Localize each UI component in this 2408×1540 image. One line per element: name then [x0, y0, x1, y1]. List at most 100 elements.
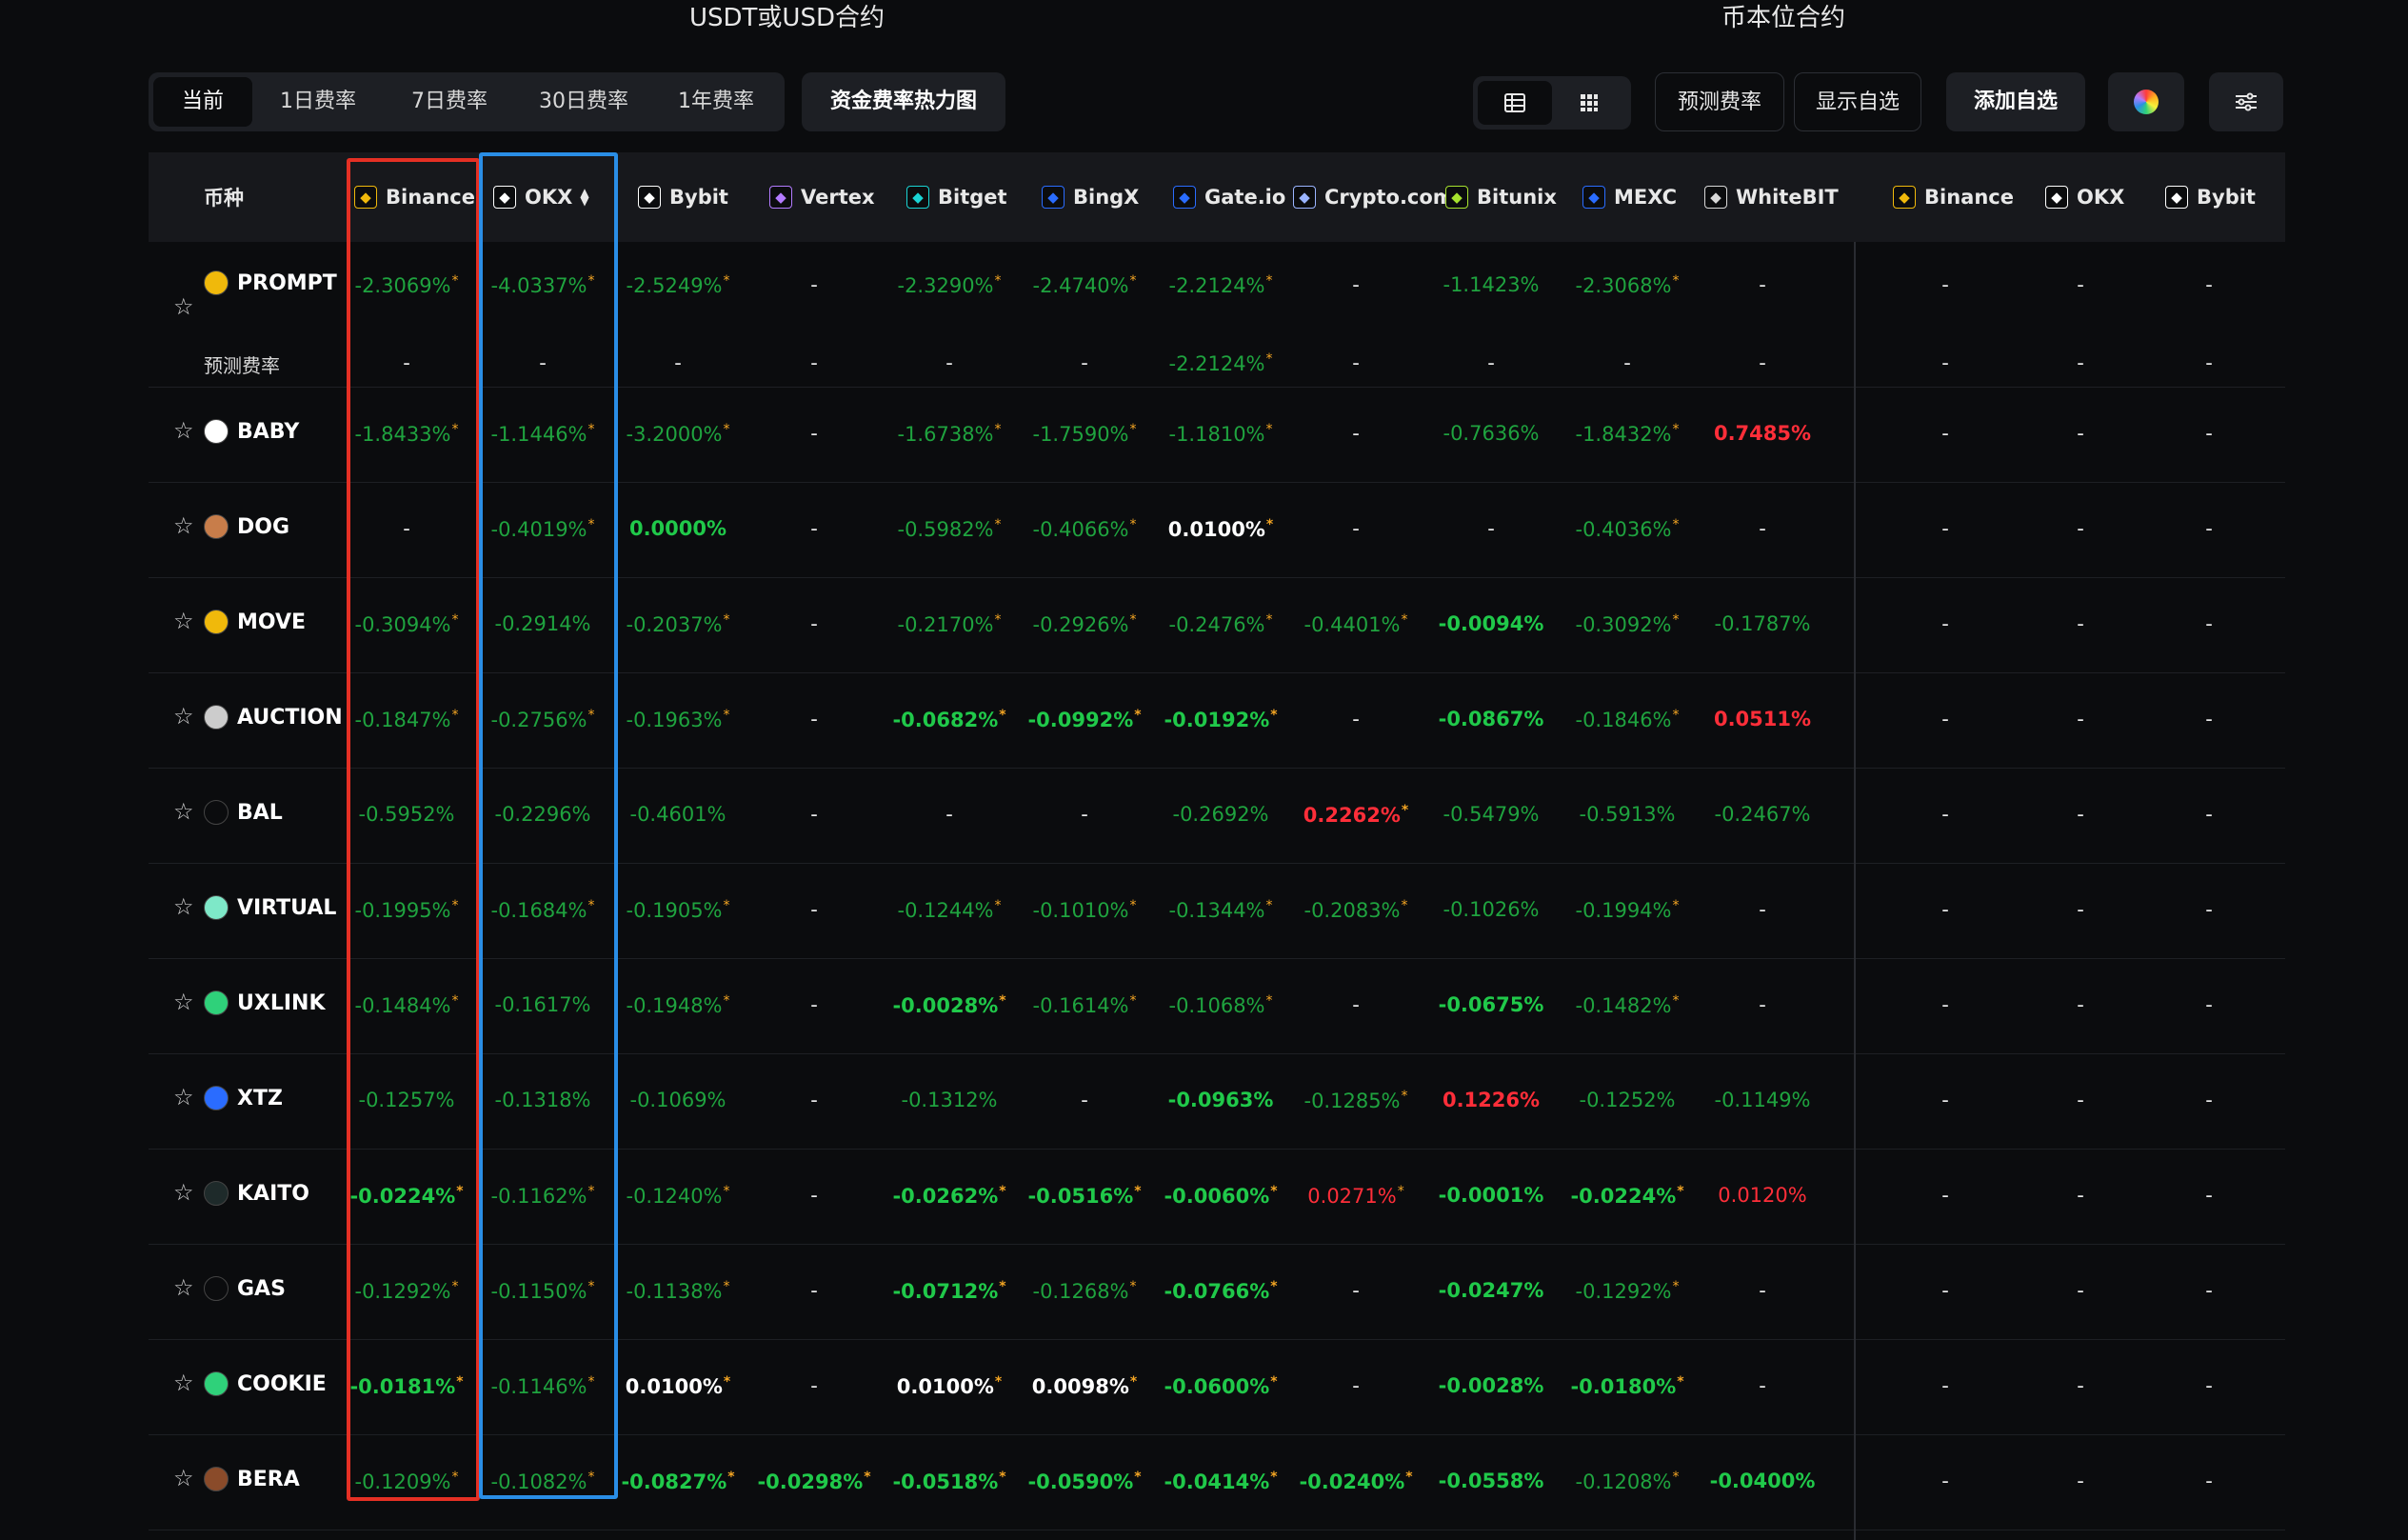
predict-rate-label: 预测费率: [204, 354, 280, 377]
settings-button[interactable]: [2209, 72, 2283, 131]
rate-value: -2.3290%: [897, 274, 994, 297]
coin-name-cell[interactable]: GAS: [204, 1276, 286, 1301]
coin-symbol: GAS: [237, 1276, 286, 1301]
tab-1y-rate[interactable]: 1年费率: [652, 77, 780, 127]
exchange-header-vertex[interactable]: ◆ Vertex: [769, 152, 875, 242]
estimated-marker: *: [723, 1279, 730, 1294]
favorite-star-icon[interactable]: ☆: [173, 1370, 194, 1396]
favorite-star-icon[interactable]: ☆: [173, 608, 194, 634]
heatmap-button[interactable]: 资金费率热力图: [802, 72, 1005, 131]
favorite-star-icon[interactable]: ☆: [173, 293, 194, 320]
rate-cell: -: [945, 803, 953, 826]
favorite-star-icon[interactable]: ☆: [173, 1084, 194, 1110]
rate-cell: -0.1292%*: [1575, 1279, 1679, 1303]
rate-cell: 0.0120%: [1718, 1184, 1806, 1207]
rate-cell: 0.0511%: [1714, 708, 1811, 730]
table-view-button[interactable]: [1478, 81, 1552, 125]
coin-symbol: XTZ: [237, 1086, 283, 1110]
tab-30d-rate[interactable]: 30日费率: [515, 77, 652, 127]
rate-cell: -0.1252%: [1579, 1089, 1675, 1111]
coin-name-cell[interactable]: XTZ: [204, 1086, 283, 1110]
favorite-star-icon[interactable]: ☆: [173, 893, 194, 920]
rate-cell: -0.0247%: [1439, 1279, 1544, 1302]
rate-value: -: [1941, 993, 1949, 1016]
rate-cell: -: [2205, 612, 2213, 635]
cookie-icon: [204, 1371, 229, 1396]
tab-7d-rate[interactable]: 7日费率: [384, 77, 515, 127]
estimated-marker: *: [1265, 351, 1273, 367]
rate-cell: -: [1081, 1089, 1088, 1111]
exchange-header-bitget[interactable]: ◆ Bitget: [906, 152, 1007, 242]
favorite-star-icon[interactable]: ☆: [173, 798, 194, 825]
rate-value: -0.1010%: [1032, 899, 1129, 922]
tab-current[interactable]: 当前: [153, 77, 252, 127]
show-favorites-button[interactable]: 显示自选: [1794, 72, 1921, 131]
rate-value: -3.2000%: [626, 423, 723, 446]
coin-name-cell[interactable]: UXLINK: [204, 990, 326, 1015]
predict-rate-button[interactable]: 预测费率: [1655, 72, 1784, 131]
favorite-star-icon[interactable]: ☆: [173, 512, 194, 539]
exchange-header-whitebit[interactable]: ◆ WhiteBIT: [1704, 152, 1839, 242]
bybit-icon: ◆: [2165, 186, 2188, 209]
favorite-star-icon[interactable]: ☆: [173, 703, 194, 730]
exchange-header-mexc[interactable]: ◆ MEXC: [1582, 152, 1677, 242]
estimated-marker: *: [1129, 612, 1137, 628]
rate-cell: 0.0100%*: [897, 1374, 1002, 1398]
color-theme-button[interactable]: [2108, 72, 2184, 131]
coin-name-cell[interactable]: VIRTUAL: [204, 895, 336, 920]
coin-name-cell[interactable]: PROMPT: [204, 270, 337, 295]
coin-name-cell[interactable]: DOG: [204, 514, 289, 539]
favorite-star-icon[interactable]: ☆: [173, 989, 194, 1015]
rate-cell: -0.1482%*: [1575, 993, 1679, 1017]
coin-name-cell[interactable]: BABY: [204, 419, 299, 444]
bitunix-icon: ◆: [1445, 186, 1468, 209]
rate-value: -0.0400%: [1709, 1470, 1816, 1492]
exchange-name: MEXC: [1614, 186, 1678, 209]
favorite-star-icon[interactable]: ☆: [173, 1179, 194, 1206]
rate-value: -: [1759, 1279, 1766, 1302]
favorite-star-icon[interactable]: ☆: [173, 417, 194, 444]
estimated-marker: *: [723, 708, 730, 723]
exchange-header-bybit[interactable]: ◆ Bybit: [638, 152, 728, 242]
add-favorite-button[interactable]: 添加自选: [1946, 72, 2085, 131]
estimated-marker: *: [994, 273, 1002, 289]
rate-value: -: [2205, 708, 2213, 730]
rate-value: 0.0098%: [1031, 1375, 1129, 1398]
exchange-header-bitunix[interactable]: ◆ Bitunix: [1445, 152, 1557, 242]
exchange-header-bybit[interactable]: ◆ Bybit: [2165, 152, 2256, 242]
coin-name-cell[interactable]: COOKIE: [204, 1371, 327, 1396]
exchange-header-cryptocom[interactable]: ◆ Crypto.com: [1293, 152, 1454, 242]
rate-value: -: [2205, 612, 2213, 635]
rate-cell: -: [2077, 1374, 2084, 1397]
sliders-icon: [2236, 92, 2257, 111]
section-divider: [1854, 242, 1856, 1540]
predict-rate-cell: -: [945, 351, 953, 374]
rate-cell: -0.1208%*: [1575, 1470, 1679, 1493]
estimated-marker: *: [1672, 993, 1680, 1009]
rate-cell: 0.1226%: [1443, 1089, 1540, 1111]
exchange-header-okx[interactable]: ◆ OKX: [2045, 152, 2124, 242]
exchange-header-binance[interactable]: ◆ Binance: [1893, 152, 2014, 242]
coin-column-header[interactable]: 币种: [204, 152, 244, 242]
rate-value: -0.1240%: [626, 1185, 723, 1208]
rate-value: -: [2205, 422, 2213, 445]
coin-name-cell[interactable]: BERA: [204, 1467, 300, 1491]
rate-value: -: [1352, 993, 1360, 1016]
rate-cell: -0.0992%*: [1027, 708, 1141, 731]
exchange-header-gateio[interactable]: ◆ Gate.io: [1173, 152, 1285, 242]
rate-value: -: [1352, 422, 1360, 445]
tab-1d-rate[interactable]: 1日费率: [252, 77, 384, 127]
favorite-star-icon[interactable]: ☆: [173, 1465, 194, 1491]
rate-cell: -: [1352, 708, 1360, 730]
coin-name-cell[interactable]: BAL: [204, 800, 283, 825]
favorite-star-icon[interactable]: ☆: [173, 1274, 194, 1301]
exchange-header-bingx[interactable]: ◆ BingX: [1042, 152, 1139, 242]
rate-value: 0.7485%: [1713, 422, 1812, 445]
rate-value: -0.1068%: [1168, 994, 1265, 1017]
estimated-marker: *: [994, 612, 1002, 628]
grid-view-button[interactable]: [1552, 81, 1626, 125]
coin-name-cell[interactable]: KAITO: [204, 1181, 309, 1206]
coin-name-cell[interactable]: AUCTION: [204, 705, 343, 730]
estimated-marker: *: [1401, 803, 1409, 818]
coin-name-cell[interactable]: MOVE: [204, 610, 306, 634]
